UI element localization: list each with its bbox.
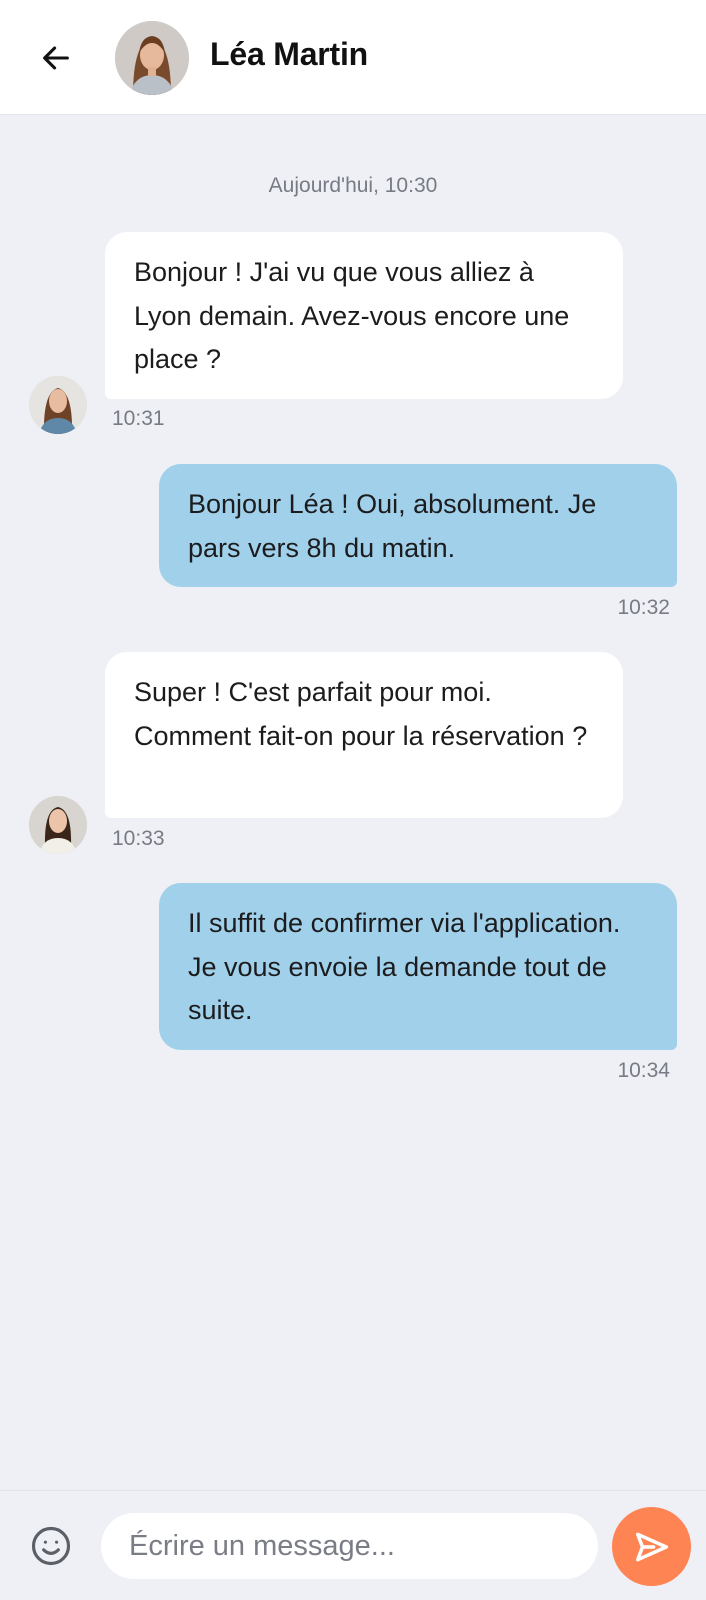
emoji-button[interactable] — [30, 1525, 72, 1567]
date-separator: Aujourd'hui, 10:30 — [268, 174, 438, 197]
contact-name[interactable]: Léa Martin — [210, 36, 368, 73]
back-button[interactable] — [36, 38, 76, 78]
chat-header: Léa Martin — [0, 0, 706, 115]
message-bubble-outgoing[interactable]: Bonjour Léa ! Oui, absolument. Je pars v… — [159, 464, 677, 587]
send-icon — [635, 1532, 668, 1561]
message-bubble-incoming[interactable]: Super ! C'est parfait pour moi. Comment … — [105, 652, 623, 818]
sender-avatar[interactable] — [29, 796, 87, 854]
message-bubble-outgoing[interactable]: Il suffit de confirmer via l'application… — [159, 883, 677, 1050]
sender-avatar[interactable] — [29, 376, 87, 434]
message-time: 10:32 — [617, 596, 670, 619]
smiley-icon — [31, 1526, 71, 1566]
message-input[interactable] — [101, 1513, 598, 1579]
contact-avatar[interactable] — [115, 21, 189, 95]
message-time: 10:34 — [617, 1059, 670, 1082]
send-button[interactable] — [612, 1507, 691, 1586]
arrow-left-icon — [43, 46, 69, 70]
message-input-container — [101, 1513, 598, 1579]
message-composer — [0, 1490, 706, 1600]
message-time: 10:31 — [112, 407, 165, 430]
message-bubble-incoming[interactable]: Bonjour ! J'ai vu que vous alliez à Lyon… — [105, 232, 623, 399]
message-time: 10:33 — [112, 827, 165, 850]
